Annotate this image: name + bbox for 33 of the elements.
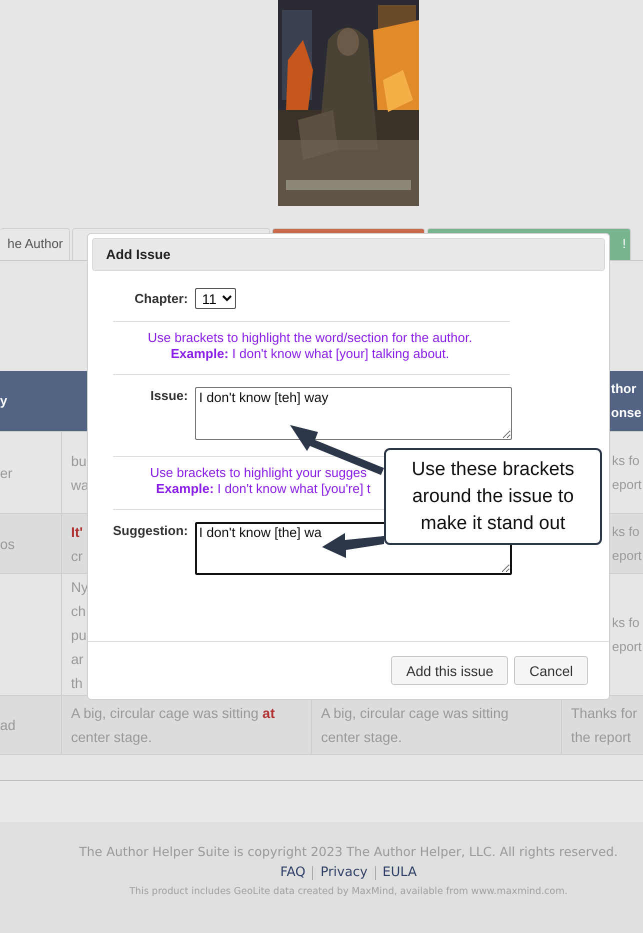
callout: Use these brackets around the issue to make it stand out xyxy=(384,448,602,545)
hint-text: Use brackets to highlight the word/section for the author. xyxy=(148,330,472,346)
dialog-title: Add Issue xyxy=(106,247,171,262)
table-cell-text: ks fo eport xyxy=(612,452,642,494)
hint-text: Example: I don't know what [you're] t xyxy=(156,481,371,497)
footer-link[interactable]: FAQ xyxy=(280,865,306,880)
hint-text: Example: I don't know what [your] talking about. xyxy=(170,346,450,362)
footer-link[interactable]: EULA xyxy=(382,865,417,880)
column-header: thor onse xyxy=(611,380,642,422)
column-header: y xyxy=(0,392,8,410)
table-cell-text: ks fo eport xyxy=(612,614,642,656)
notice-text: This product includes GeoLite data created by MaxMind, available from www.maxmind.com. xyxy=(129,886,568,897)
field-label: Issue: xyxy=(149,387,188,405)
tab[interactable]: he Author xyxy=(0,228,70,260)
table-cell-text: ad xyxy=(0,716,16,735)
table-cell-text: A big, circular cage was sitting at center stage. xyxy=(71,704,276,747)
table-cell-text: Thanks for the report xyxy=(571,704,638,747)
table-cell-text: os xyxy=(0,534,15,554)
table-cell-text: Ny ch pu ar th xyxy=(71,578,88,692)
copyright-text: The Author Helper Suite is copyright 2023 The Author Helper, LLC. All rights reserved. xyxy=(79,844,618,859)
table-cell-text: er xyxy=(0,464,12,482)
table-cell-text: ks fo eport xyxy=(612,522,642,565)
field-label: Suggestion: xyxy=(112,522,188,540)
footer-link[interactable]: Privacy xyxy=(320,865,368,880)
dialog-button[interactable]: Cancel xyxy=(514,656,588,685)
issue-field[interactable]: I don't know [teh] way xyxy=(195,387,512,440)
field-label: Chapter: xyxy=(134,291,188,306)
chapter-select[interactable]: 11 xyxy=(195,288,236,309)
hint-text: Use brackets to highlight your sugges xyxy=(150,465,367,481)
table-cell-text: It' cr xyxy=(71,522,83,566)
table-cell-text: A big, circular cage was sitting center stage. xyxy=(321,704,510,747)
arrow xyxy=(322,533,384,558)
dialog-button[interactable]: Add this issue xyxy=(391,656,508,685)
